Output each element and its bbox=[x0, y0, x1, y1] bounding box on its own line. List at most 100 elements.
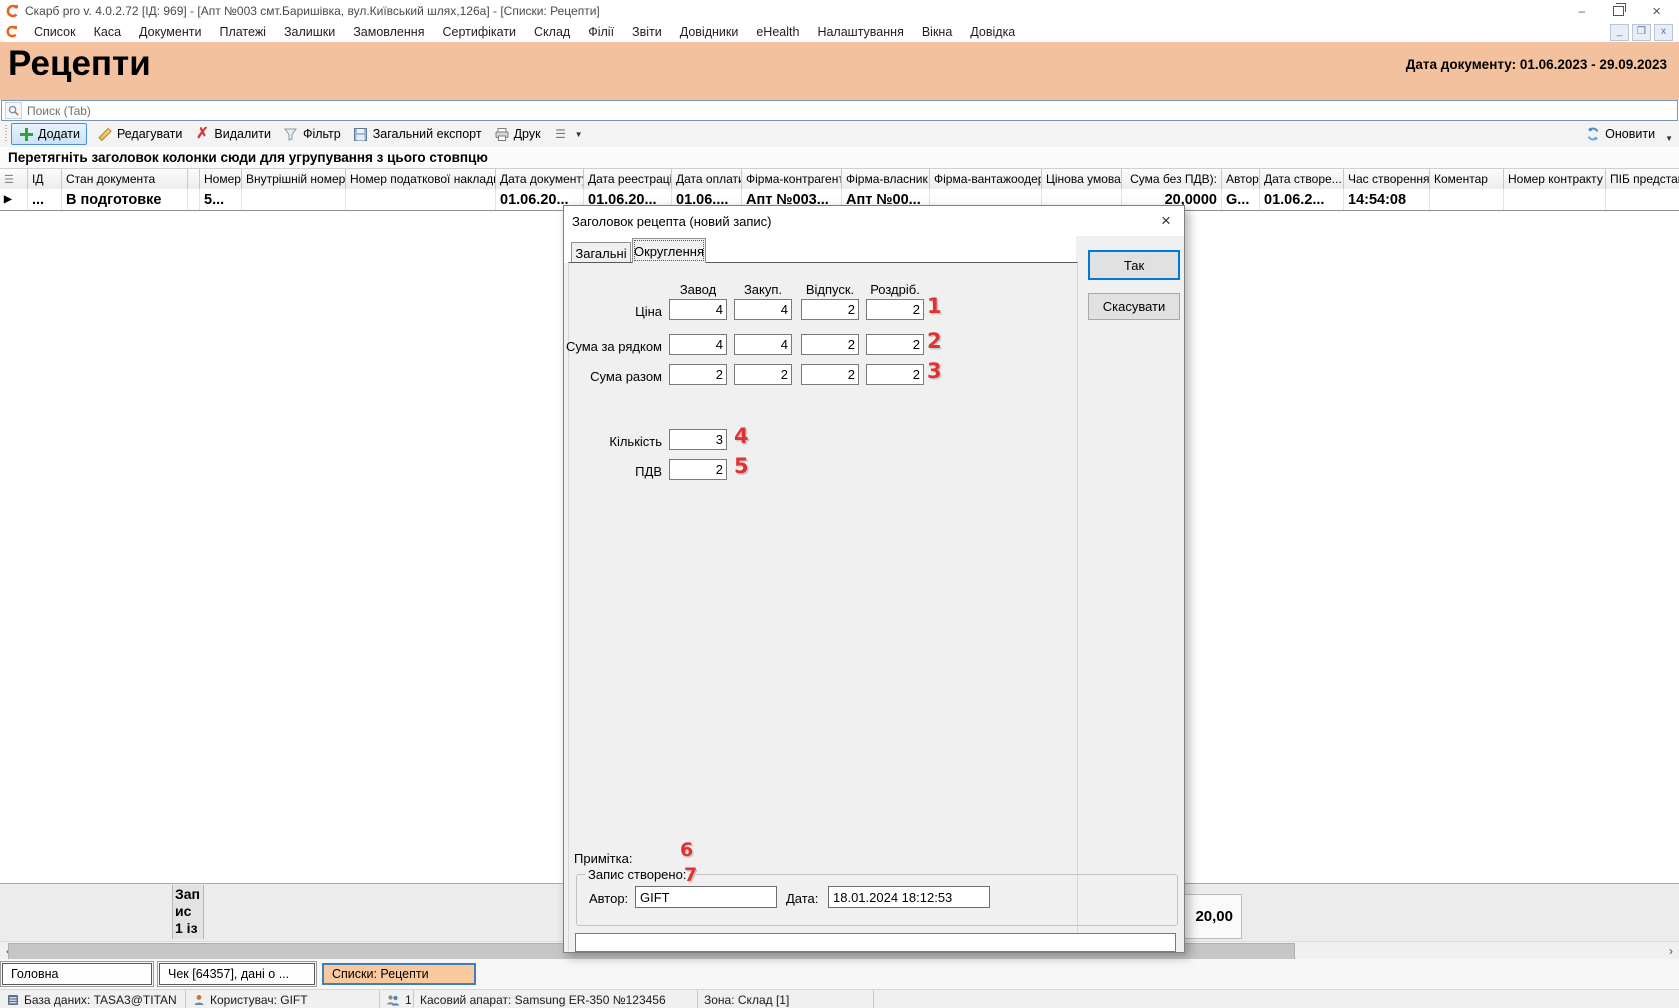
close-icon[interactable]: × bbox=[1652, 3, 1661, 20]
menu-item-zvity[interactable]: Звіти bbox=[623, 25, 671, 39]
column-header-author[interactable]: Автор bbox=[1222, 169, 1260, 189]
price-row-label: Ціна bbox=[564, 304, 662, 319]
cancel-button[interactable]: Скасувати bbox=[1088, 293, 1180, 320]
group-by-panel[interactable]: Перетягніть заголовок колонки сюди для у… bbox=[0, 147, 1679, 168]
toolbar-overflow-icon[interactable]: ▼ bbox=[1665, 134, 1673, 143]
printer-icon bbox=[494, 126, 510, 142]
menu-item-filii[interactable]: Філії bbox=[579, 25, 623, 39]
column-header-created-time[interactable]: Час створення bbox=[1344, 169, 1430, 189]
column-header-blank[interactable] bbox=[188, 169, 200, 189]
scroll-right-icon[interactable]: › bbox=[1663, 942, 1679, 959]
status-database: База даних: TASA3@TITAN bbox=[24, 993, 177, 1007]
linesum-rozdrib-input[interactable] bbox=[866, 334, 924, 355]
menu-item-zamovlennia[interactable]: Замовлення bbox=[344, 25, 433, 39]
search-row bbox=[0, 100, 1679, 121]
date-field[interactable] bbox=[828, 886, 990, 908]
tab-zahalni[interactable]: Загальні bbox=[571, 242, 631, 263]
menu-item-vikna[interactable]: Вікна bbox=[913, 25, 961, 39]
column-chooser-button[interactable]: ☰ bbox=[0, 169, 28, 189]
linesum-zavod-input[interactable] bbox=[669, 334, 727, 355]
search-box[interactable] bbox=[1, 100, 1678, 121]
delete-x-icon: ✗ bbox=[194, 126, 210, 142]
menu-item-platezhi[interactable]: Платежі bbox=[210, 25, 275, 39]
mdi-restore-icon[interactable]: ❒ bbox=[1632, 24, 1651, 41]
cell-id: ... bbox=[28, 189, 62, 210]
column-header-pay-date[interactable]: Дата оплати bbox=[672, 169, 742, 189]
column-header-sum-no-vat[interactable]: Сума без ПДВ): bbox=[1122, 169, 1222, 189]
tab-holovna[interactable]: Головна bbox=[2, 963, 152, 985]
column-header-counterparty[interactable]: Фірма-контрагент bbox=[742, 169, 842, 189]
column-header-price-condition[interactable]: Цінова умова bbox=[1042, 169, 1122, 189]
note-field[interactable] bbox=[575, 933, 1176, 952]
dialog-close-icon[interactable]: × bbox=[1154, 210, 1178, 232]
status-cash-register: Касовий апарат: Samsung ER-350 №123456 bbox=[420, 993, 666, 1007]
menu-item-dovidka[interactable]: Довідка bbox=[961, 25, 1024, 39]
vat-input[interactable] bbox=[669, 459, 727, 480]
filter-button[interactable]: Фільтр bbox=[277, 124, 347, 144]
column-header-created-date[interactable]: Дата створе... bbox=[1260, 169, 1344, 189]
linesum-vidpusk-input[interactable] bbox=[801, 334, 859, 355]
annotation-badge-6: 6 bbox=[680, 839, 693, 861]
annotation-badge-4: 4 bbox=[734, 424, 749, 448]
col-header-rozdrib: Роздріб. bbox=[866, 282, 924, 297]
minimize-icon[interactable]: – bbox=[1579, 4, 1586, 18]
record-created-caption: Запис створено: bbox=[585, 867, 689, 882]
edit-button[interactable]: Редагувати bbox=[91, 124, 188, 144]
column-header-representative[interactable]: ПІБ представ bbox=[1606, 169, 1679, 189]
dialog-tab-strip: Загальні Округлення bbox=[564, 236, 1076, 263]
menu-item-dovidnyky[interactable]: Довідники bbox=[671, 25, 748, 39]
annotation-badge-1: 1 bbox=[927, 294, 942, 318]
menu-item-ehealth[interactable]: eHealth bbox=[747, 25, 808, 39]
menu-item-spysok[interactable]: Список bbox=[25, 25, 85, 39]
tab-spysky-recepty[interactable]: Списки: Рецепти bbox=[322, 963, 476, 985]
cell-representative bbox=[1606, 189, 1679, 210]
tab-chek[interactable]: Чек [64357], дані о ... bbox=[159, 963, 315, 985]
export-button[interactable]: Загальний експорт bbox=[347, 124, 488, 144]
menu-item-kasa[interactable]: Каса bbox=[85, 25, 130, 39]
restore-icon[interactable] bbox=[1613, 6, 1624, 16]
total-zavod-input[interactable] bbox=[669, 364, 727, 385]
column-header-state[interactable]: Стан документа bbox=[62, 169, 188, 189]
refresh-button[interactable]: Оновити bbox=[1579, 124, 1661, 144]
total-rozdrib-input[interactable] bbox=[866, 364, 924, 385]
toolbar-grip[interactable] bbox=[3, 125, 8, 143]
column-header-internal-number[interactable]: Внутрішній номер bbox=[242, 169, 346, 189]
export-label: Загальний експорт bbox=[373, 127, 482, 141]
linesum-zakup-input[interactable] bbox=[734, 334, 792, 355]
price-vidpusk-input[interactable] bbox=[801, 299, 859, 320]
menu-item-sertyfikaty[interactable]: Сертифікати bbox=[433, 25, 525, 39]
search-input[interactable] bbox=[25, 103, 1677, 119]
column-header-reg-date[interactable]: Дата реестрації bbox=[584, 169, 672, 189]
view-options-button[interactable]: ☰ ▼ bbox=[547, 124, 589, 144]
delete-label: Видалити bbox=[214, 127, 271, 141]
menu-item-nalashtuvannia[interactable]: Налаштування bbox=[808, 25, 912, 39]
column-header-comment[interactable]: Коментар bbox=[1430, 169, 1504, 189]
menu-app-icon bbox=[5, 25, 19, 39]
column-header-contract-number[interactable]: Номер контракту bbox=[1504, 169, 1606, 189]
menu-item-zalyshky[interactable]: Залишки bbox=[275, 25, 344, 39]
add-button[interactable]: Додати bbox=[11, 123, 87, 145]
price-zavod-input[interactable] bbox=[669, 299, 727, 320]
print-button[interactable]: Друк bbox=[488, 124, 547, 144]
column-header-doc-date[interactable]: Дата документу bbox=[496, 169, 584, 189]
menu-item-sklad[interactable]: Склад bbox=[525, 25, 579, 39]
mdi-close-icon[interactable]: x bbox=[1654, 24, 1673, 41]
refresh-icon bbox=[1585, 126, 1601, 142]
tab-okruhlennia[interactable]: Округлення bbox=[632, 238, 706, 263]
column-header-tax-invoice[interactable]: Номер податкової накладної bbox=[346, 169, 496, 189]
quantity-input[interactable] bbox=[669, 429, 727, 450]
column-header-consignee[interactable]: Фірма-вантажоодерж... bbox=[930, 169, 1042, 189]
price-zakup-input[interactable] bbox=[734, 299, 792, 320]
column-header-number[interactable]: Номер bbox=[200, 169, 242, 189]
total-zakup-input[interactable] bbox=[734, 364, 792, 385]
price-rozdrib-input[interactable] bbox=[866, 299, 924, 320]
column-header-id[interactable]: ІД bbox=[28, 169, 62, 189]
menu-item-dokumenty[interactable]: Документи bbox=[130, 25, 210, 39]
cell-created-date: 01.06.2... bbox=[1260, 189, 1344, 210]
author-field[interactable] bbox=[635, 886, 777, 908]
delete-button[interactable]: ✗ Видалити bbox=[188, 124, 277, 144]
total-vidpusk-input[interactable] bbox=[801, 364, 859, 385]
column-header-owner[interactable]: Фірма-власник bbox=[842, 169, 930, 189]
mdi-minimize-icon[interactable]: _ bbox=[1610, 24, 1629, 41]
ok-button[interactable]: Так bbox=[1088, 250, 1180, 280]
